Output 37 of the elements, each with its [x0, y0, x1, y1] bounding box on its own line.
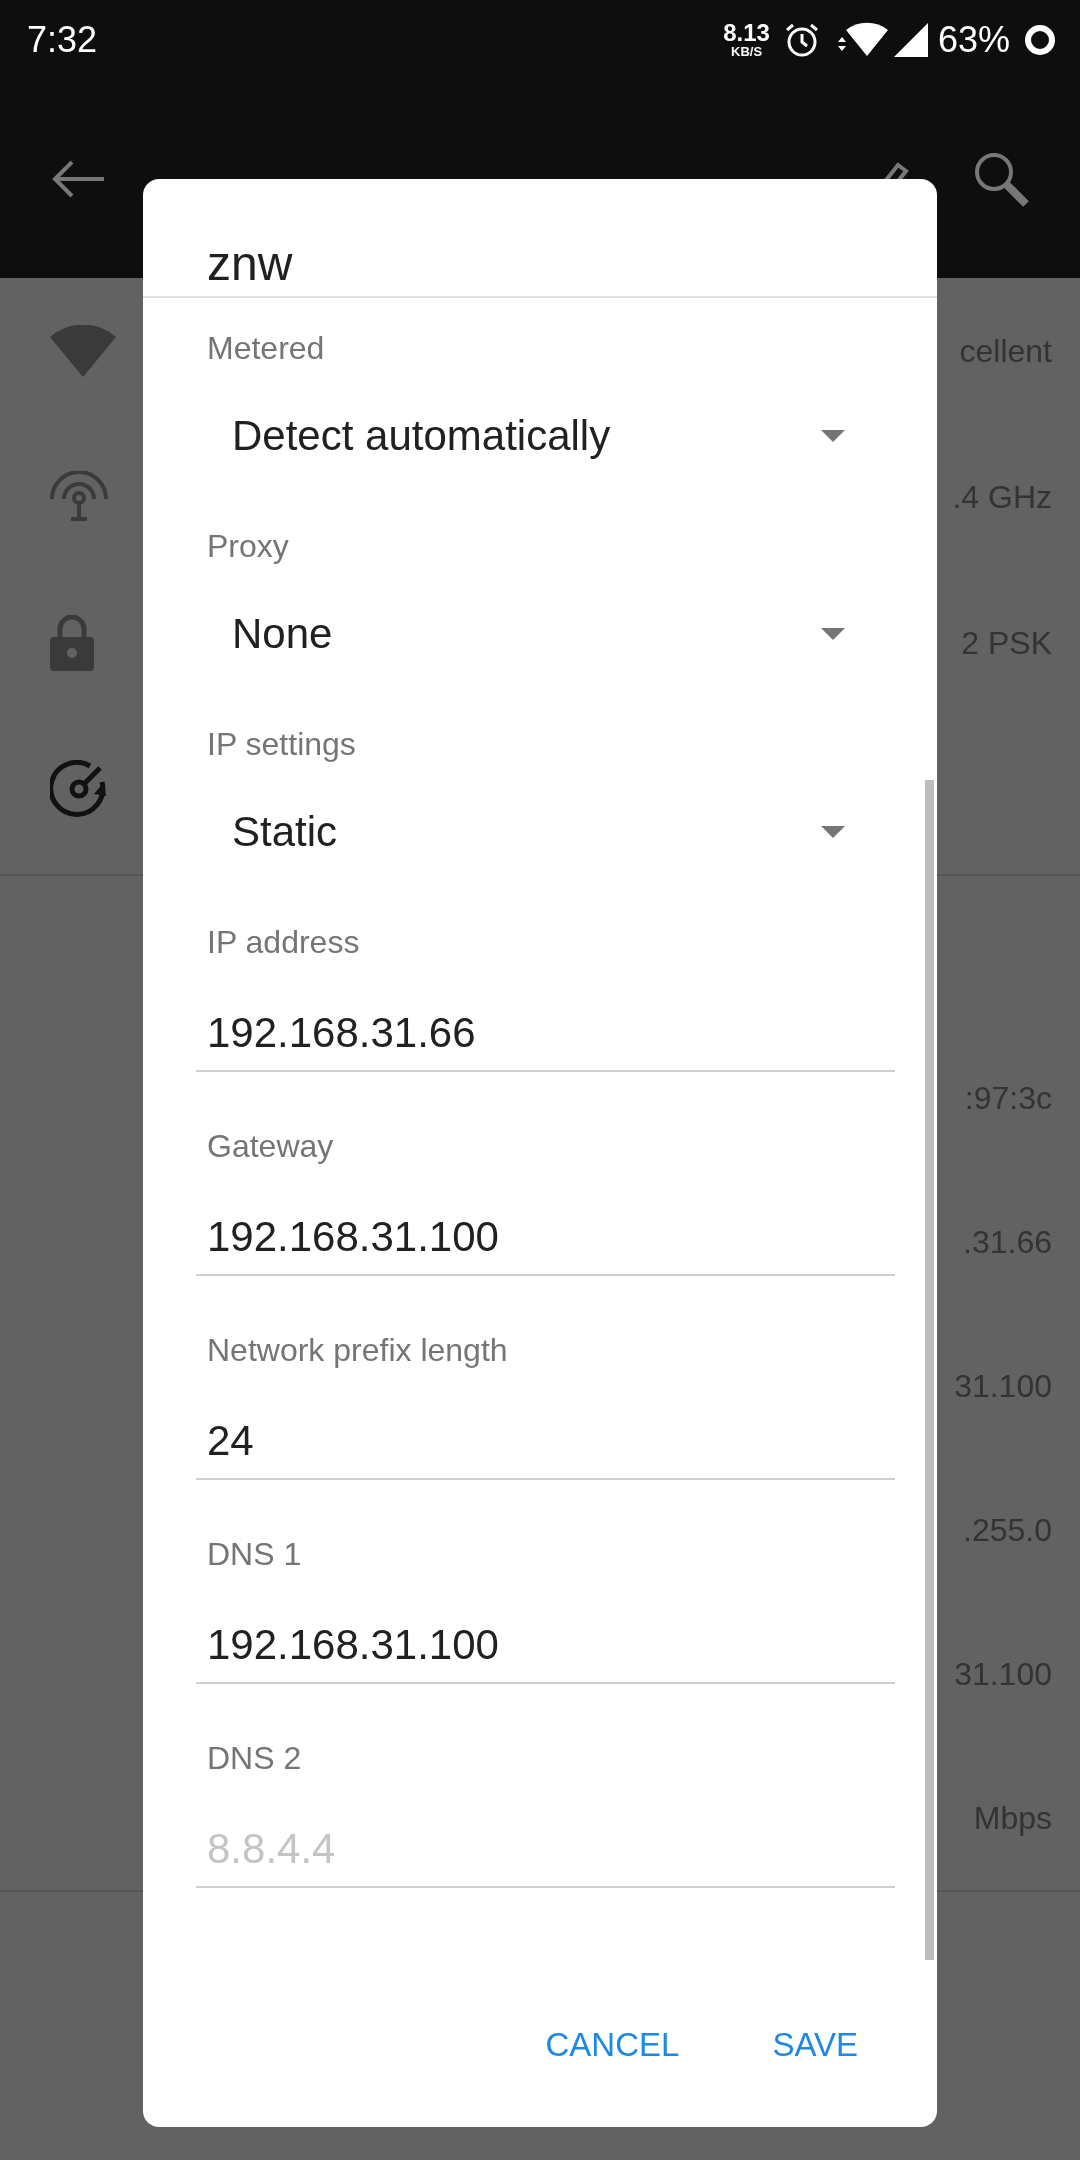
signal-icon	[893, 23, 928, 57]
dialog-title: znw	[207, 236, 293, 292]
alarm-icon	[783, 22, 820, 58]
speed-unit: KB/S	[731, 45, 763, 59]
input-field[interactable]: 192.168.31.100	[196, 1584, 895, 1684]
wifi-icon	[837, 22, 888, 58]
field-label: DNS 1	[207, 1535, 303, 1574]
wifi-icon	[50, 325, 116, 377]
lock-icon	[50, 615, 94, 671]
field-label: IP address	[207, 923, 361, 962]
dropdown[interactable]: None	[207, 568, 895, 700]
input-field[interactable]: 192.168.31.66	[196, 972, 895, 1072]
network-speed: 8.13	[723, 21, 770, 45]
save-button[interactable]: SAVE	[748, 2010, 882, 2080]
battery-percent: 63%	[937, 19, 1010, 61]
input-field[interactable]: 192.168.31.100	[196, 1176, 895, 1276]
search-icon[interactable]	[972, 150, 1030, 208]
field-label: Metered	[207, 329, 326, 368]
dropdown-arrow-icon	[821, 826, 845, 838]
field-label: Network prefix length	[207, 1331, 509, 1370]
field-label: Proxy	[207, 527, 290, 566]
cancel-button[interactable]: CANCEL	[521, 2010, 704, 2080]
dropdown[interactable]: Static	[207, 766, 895, 898]
dropdown-arrow-icon	[821, 628, 845, 640]
scrollbar[interactable]	[925, 780, 934, 1960]
back-arrow-icon[interactable]	[52, 159, 106, 199]
field-label: DNS 2	[207, 1739, 303, 1778]
input-field[interactable]: 24	[196, 1380, 895, 1480]
gauge-icon	[50, 760, 108, 818]
field-label: Gateway	[207, 1127, 335, 1166]
battery-ring-icon	[1024, 24, 1056, 56]
dropdown[interactable]: Detect automatically	[207, 370, 895, 502]
clock-time: 7:32	[27, 19, 99, 61]
dropdown-arrow-icon	[821, 430, 845, 442]
input-field[interactable]: 8.8.4.4	[196, 1788, 895, 1888]
antenna-icon	[50, 471, 108, 523]
field-label: IP settings	[207, 725, 357, 764]
